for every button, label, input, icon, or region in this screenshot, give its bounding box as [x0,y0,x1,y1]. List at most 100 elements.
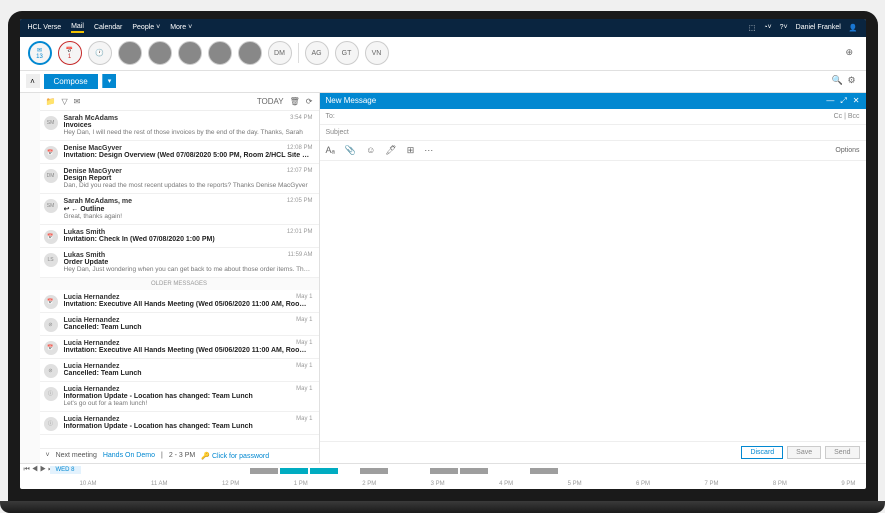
message-time: May 1 [296,363,312,369]
message-row[interactable]: 📅 May 1 Lucia Hernandez Invitation: Exec… [40,336,319,359]
timeline[interactable]: ⏮ ◀ ▶ ⏭ WED 8 10 AM11 AM12 PM1 PM2 PM3 P… [20,463,866,489]
timeline-hour: 5 PM [568,481,582,487]
folder-icon[interactable]: 📁 [46,97,56,106]
help-icon[interactable]: ?˅ [780,24,788,31]
contact-avatar[interactable] [148,41,172,65]
notification-icon[interactable]: ◔˅ [763,24,771,31]
message-sender: Lucia Hernandez [64,363,313,370]
timeline-hour: 6 PM [636,481,650,487]
nav-calendar[interactable]: Calendar [94,24,122,31]
to-field[interactable]: To: [326,113,335,120]
message-row[interactable]: ⓘ May 1 Lucia Hernandez Information Upda… [40,412,319,435]
cc-bcc-link[interactable]: Cc | Bcc [834,113,860,120]
refresh-icon[interactable]: ⟳ [306,97,313,106]
message-subject: Design Report [64,175,313,182]
subject-field[interactable]: Subject [326,129,349,136]
more-format-icon[interactable]: ⋯ [424,145,433,156]
contact-initials[interactable]: VN [365,41,389,65]
nav-more[interactable]: More ˅ [170,24,192,31]
message-row[interactable]: LS 11:59 AM Lukas Smith Order Update Hey… [40,248,319,278]
timeline-hour: 10 AM [80,481,97,487]
toolbar: ˄ Compose ▾ 🔍 ⚙ [20,71,866,93]
message-avatar: 📅 [44,295,58,309]
message-subject: Cancelled: Team Lunch [64,370,313,377]
message-preview: Hey Dan, I will need the rest of those i… [64,129,313,136]
inbox-panel: 📁 ▽ ✉ TODAY 🗑 ⟳ SM 3:54 PM Sarah McAdams… [40,93,320,463]
message-sender: Lucia Hernandez [64,340,313,347]
discard-button[interactable]: Discard [741,446,783,459]
contact-avatar[interactable] [208,41,232,65]
message-sender: Denise MacGyver [64,145,313,152]
timeline-hour: 2 PM [362,481,376,487]
nav-people[interactable]: People ˅ [132,24,160,31]
filter-icon[interactable]: ▽ [61,97,67,106]
message-row[interactable]: 📅 12:01 PM Lukas Smith Invitation: Check… [40,225,319,248]
timeline-hour: 4 PM [499,481,513,487]
send-button[interactable]: Send [825,446,859,459]
message-row[interactable]: 📅 12:08 PM Denise MacGyver Invitation: D… [40,141,319,164]
message-time: 11:59 AM [288,252,313,258]
message-time: May 1 [296,340,312,346]
message-subject: ↩ ← Outline [64,205,313,213]
message-preview: Dan, Did you read the most recent update… [64,182,313,189]
message-sender: Lucia Hernandez [64,386,313,393]
split-icon[interactable]: ⬚ [749,24,756,32]
mail-count-badge[interactable]: ✉13 [28,41,52,65]
compose-button[interactable]: Compose [44,74,98,89]
contact-avatar[interactable] [118,41,142,65]
message-subject: Invitation: Executive All Hands Meeting … [64,347,313,354]
contact-avatar[interactable] [178,41,202,65]
message-row[interactable]: 📅 May 1 Lucia Hernandez Invitation: Exec… [40,290,319,313]
message-time: May 1 [296,317,312,323]
compose-dropdown[interactable]: ▾ [102,74,117,88]
settings-icon[interactable]: ⚙ [848,75,860,87]
message-row[interactable]: ⊘ May 1 Lucia Hernandez Cancelled: Team … [40,313,319,336]
font-icon[interactable]: Aₐ [326,145,335,155]
next-meeting-bar[interactable]: ˅ Next meeting Hands On Demo | 2 - 3 PM … [40,448,319,463]
contact-initials[interactable]: DM [268,41,292,65]
nav-mail[interactable]: Mail [71,23,84,33]
timeline-hour: 3 PM [431,481,445,487]
more-icon[interactable]: ⊕ [846,47,858,59]
message-avatar: SM [44,199,58,213]
message-sender: Lucia Hernandez [64,416,313,423]
user-name[interactable]: Daniel Frankel [796,24,841,31]
insert-icon[interactable]: ⊞ [407,145,415,156]
contact-initials[interactable]: GT [335,41,359,65]
brand-label: HCL Verse [28,24,62,31]
message-time: 12:01 PM [287,229,313,235]
search-icon[interactable]: 🔍 [832,75,844,87]
attach-icon[interactable]: 📎 [345,145,356,156]
message-preview: Let's go out for a team lunch! [64,400,313,407]
message-subject: Invitation: Check In (Wed 07/08/2020 1:0… [64,236,313,243]
minimize-icon[interactable]: — [826,96,834,106]
timeline-hour: 7 PM [704,481,718,487]
message-row[interactable]: SM 12:05 PM Sarah McAdams, me ↩ ← Outlin… [40,194,319,225]
message-row[interactable]: SM 3:54 PM Sarah McAdams Invoices Hey Da… [40,111,319,141]
timeline-date[interactable]: WED 8 [50,466,81,474]
options-link[interactable]: Options [835,147,859,154]
calendar-count-badge[interactable]: 📅1 [58,41,82,65]
message-row[interactable]: ⊘ May 1 Lucia Hernandez Cancelled: Team … [40,359,319,382]
message-row[interactable]: ⓘ May 1 Lucia Hernandez Information Upda… [40,382,319,412]
message-row[interactable]: DM 12:07 PM Denise MacGyver Design Repor… [40,164,319,194]
message-avatar: 📅 [44,230,58,244]
mail-icon[interactable]: ✉ [74,97,81,106]
save-button[interactable]: Save [787,446,821,459]
emoji-icon[interactable]: ☺ [366,145,375,155]
collapse-button[interactable]: ˄ [26,74,40,88]
contact-avatar[interactable] [238,41,262,65]
user-avatar-icon[interactable]: 👤 [849,24,858,32]
password-link[interactable]: 🔑 Click for password [201,452,269,460]
clock-icon[interactable]: 🕐 [88,41,112,65]
avatar-bar: ✉13 📅1 🕐 DM AG GT VN ⊕ [20,37,866,71]
today-label: TODAY [257,97,284,106]
delete-icon[interactable]: 🗑 [290,97,300,106]
close-icon[interactable]: ✕ [853,96,860,106]
timeline-hour: 11 AM [151,481,168,487]
contact-initials[interactable]: AG [305,41,329,65]
expand-icon[interactable]: ⤢ [840,96,846,106]
compose-body[interactable] [320,161,866,441]
message-avatar: 📅 [44,341,58,355]
signature-icon[interactable]: 🖊 [385,145,396,156]
